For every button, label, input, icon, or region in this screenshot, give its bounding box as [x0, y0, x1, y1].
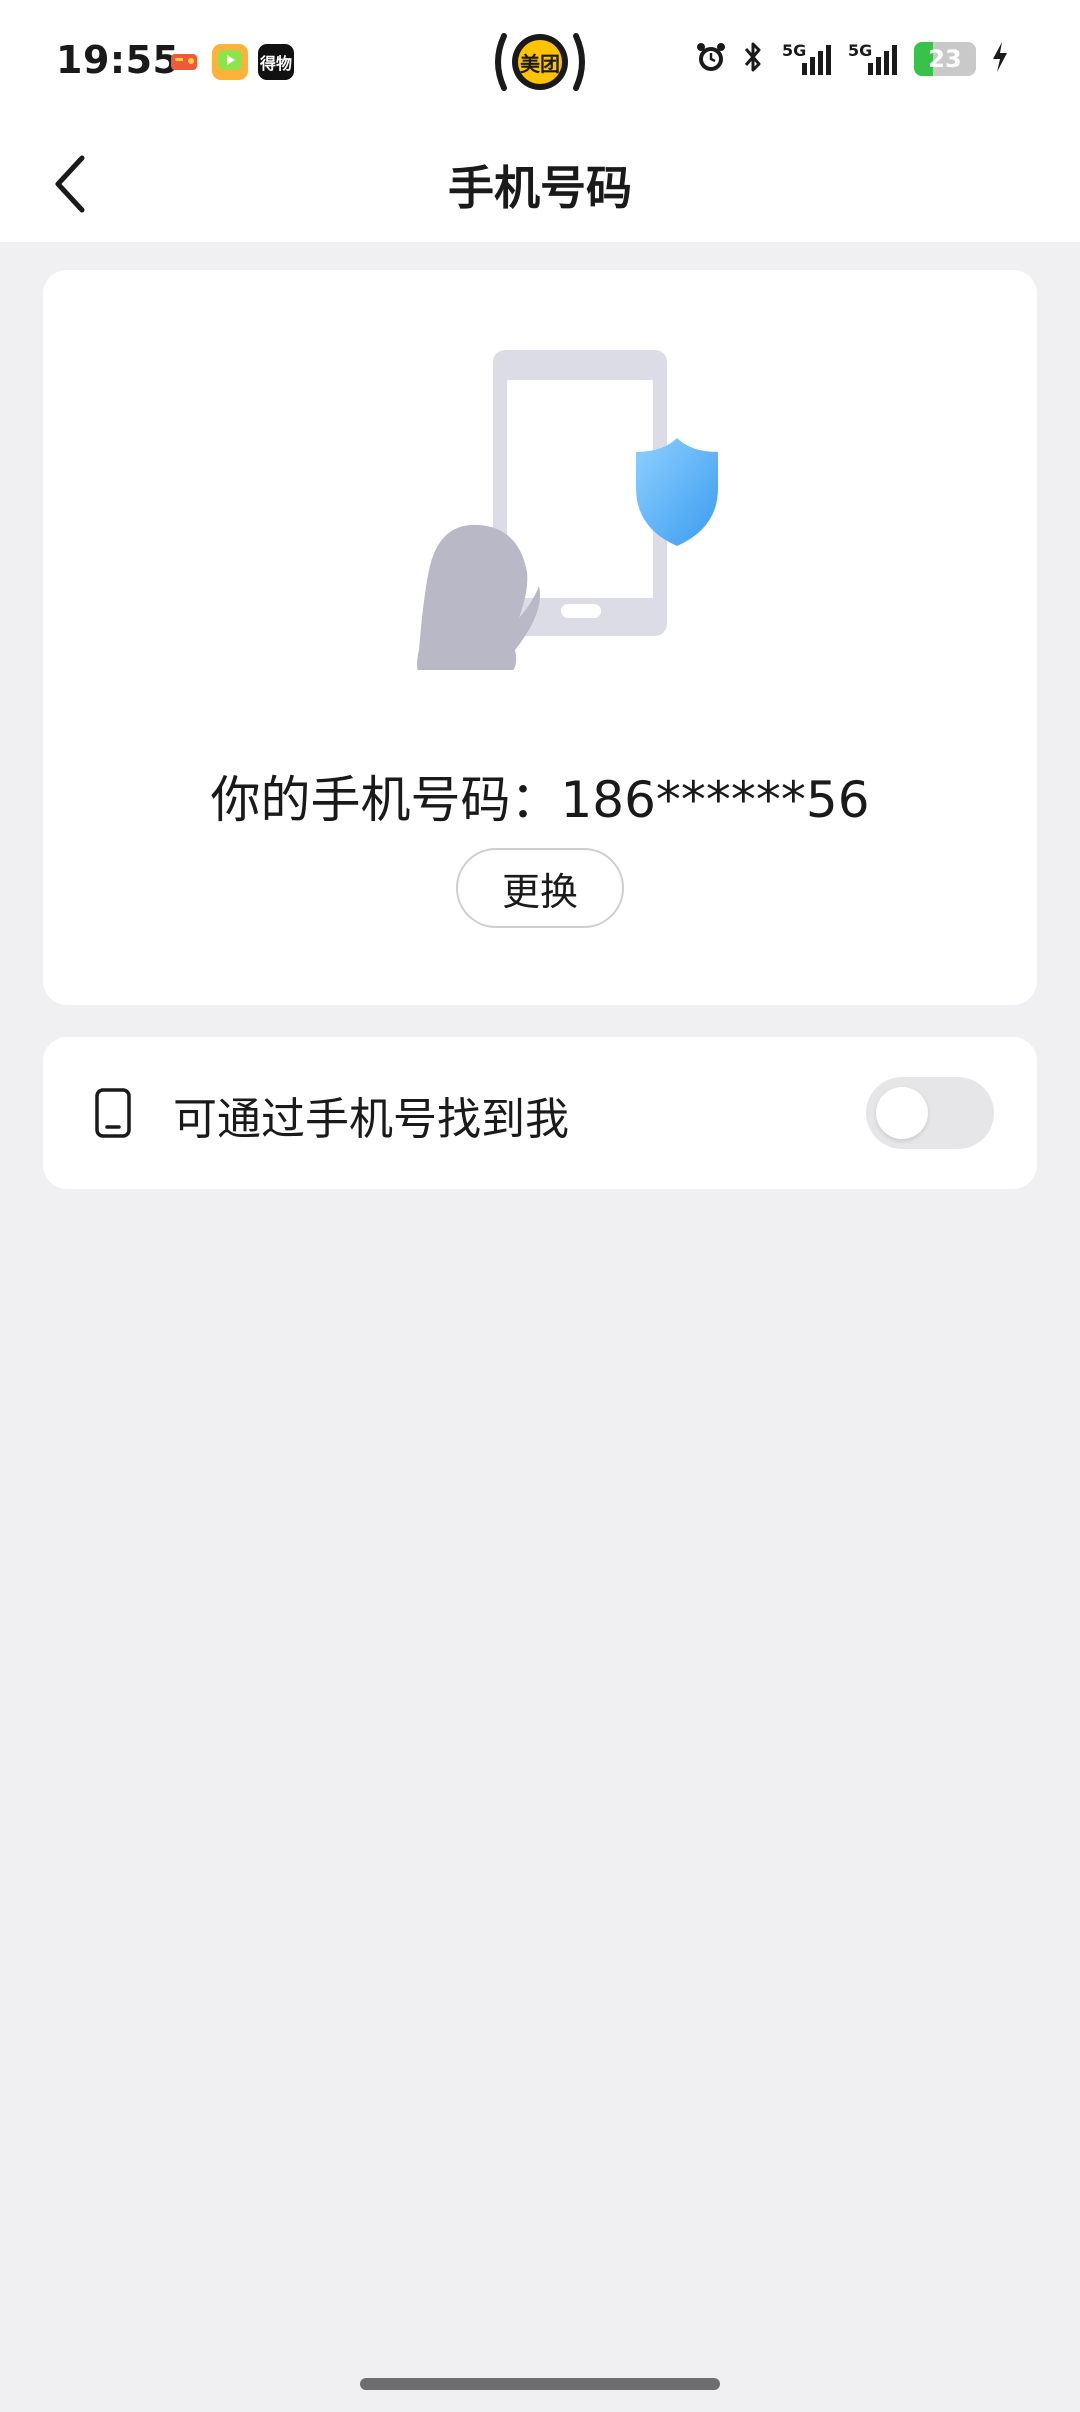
dewu-app-label: 得物 [259, 54, 292, 73]
charging-icon [990, 40, 1010, 78]
signal-icon: 5G [848, 41, 900, 77]
phone-security-illustration [393, 350, 733, 690]
find-me-card: 可通过手机号找到我 [43, 1037, 1037, 1189]
mobile-phone-icon [95, 1088, 131, 1138]
meituan-label: 美团 [520, 52, 560, 76]
change-number-button[interactable]: 更换 [456, 848, 624, 928]
toggle-knob [876, 1087, 928, 1139]
page-title: 手机号码 [448, 161, 632, 215]
game-icon [166, 44, 202, 80]
video-app-icon [212, 44, 248, 80]
find-me-label: 可通过手机号找到我 [173, 1094, 569, 1145]
signal-icon: 5G [778, 41, 834, 77]
battery-level: 23 [928, 45, 962, 73]
status-bar: 19:55 得物 美团 5G 5G 23 [0, 0, 1080, 124]
status-time: 19:55 [56, 38, 180, 82]
nav-bar: 手机号码 [0, 124, 1080, 242]
bluetooth-icon [742, 40, 764, 78]
alarm-icon [694, 40, 728, 78]
status-app-icons: 得物 [166, 44, 294, 80]
meituan-icon: 美团 [488, 30, 592, 94]
find-me-toggle[interactable] [866, 1077, 994, 1149]
phone-number-card: 你的手机号码：186******56 更换 [43, 270, 1037, 1005]
home-indicator[interactable] [360, 2378, 720, 2390]
battery-icon: 23 [914, 42, 976, 76]
phone-number-text: 你的手机号码：186******56 [210, 771, 870, 829]
dewu-app-icon: 得物 [258, 44, 294, 80]
status-right-icons: 5G 5G 23 [694, 40, 1010, 78]
